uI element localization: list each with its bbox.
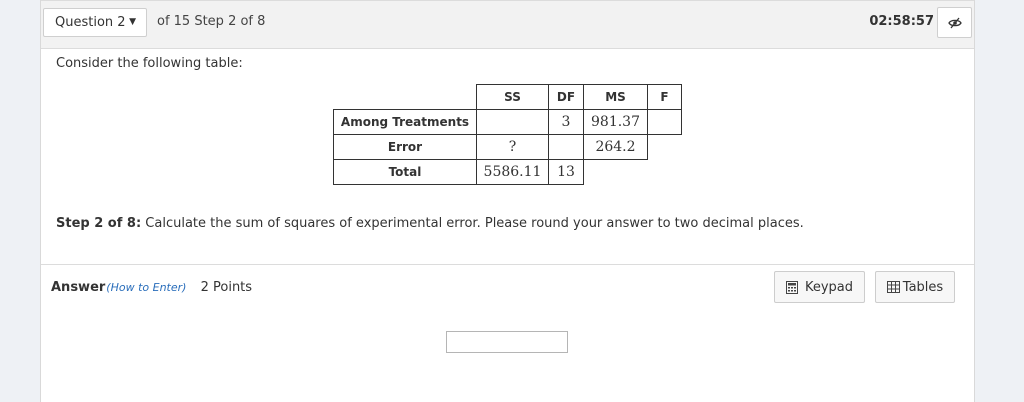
chevron-down-icon: ▼ [129, 17, 136, 27]
cell-df: 13 [548, 159, 584, 185]
question-panel: Question 2 ▼ of 15 Step 2 of 8 02:58:57 … [40, 0, 975, 402]
step-label: Step 2 of 8: [56, 216, 142, 231]
question-header: Question 2 ▼ of 15 Step 2 of 8 02:58:57 [41, 0, 974, 49]
countdown-timer: 02:58:57 [869, 14, 934, 29]
table-header-f: F [647, 84, 682, 110]
table-row: Error ? 264.2 [333, 134, 682, 160]
calculator-icon [785, 280, 798, 294]
how-to-enter-link[interactable]: (How to Enter) [106, 281, 186, 294]
cell-ss: ? [476, 134, 549, 160]
tables-label: Tables [902, 279, 944, 295]
cell-ss [476, 109, 549, 135]
answer-label: Answer [51, 280, 106, 295]
table-header-row: SS DF MS F [334, 84, 682, 110]
row-label: Among Treatments [333, 109, 477, 135]
anova-table: SS DF MS F Among Treatments 3 981.37 Err… [333, 84, 682, 185]
table-header-ms: MS [583, 84, 648, 110]
row-label: Total [333, 159, 477, 185]
cell-ms: 981.37 [583, 109, 648, 135]
row-label: Error [333, 134, 477, 160]
table-row: Total 5586.11 13 [333, 159, 682, 185]
eye-slash-icon [947, 17, 962, 28]
cell-df [548, 134, 584, 160]
question-select[interactable]: Question 2 ▼ [43, 8, 147, 37]
question-select-label: Question 2 [55, 15, 126, 30]
cell-f [647, 109, 682, 135]
table-header-df: DF [548, 84, 584, 110]
step-instructions: Step 2 of 8: Calculate the sum of square… [56, 216, 804, 231]
keypad-label: Keypad [804, 279, 854, 295]
answer-input[interactable] [446, 331, 568, 353]
answer-header: Answer(How to Enter) 2 Points [51, 280, 252, 295]
table-row: Among Treatments 3 981.37 [333, 109, 682, 135]
keypad-button[interactable]: Keypad [774, 271, 865, 303]
divider [41, 264, 974, 265]
cell-ss: 5586.11 [476, 159, 549, 185]
tables-button[interactable]: Tables [875, 271, 955, 303]
question-prompt: Consider the following table: [56, 56, 243, 71]
table-grid-icon [886, 281, 900, 293]
hide-timer-button[interactable] [937, 7, 972, 38]
points-label: 2 Points [200, 280, 253, 295]
table-header-ss: SS [476, 84, 549, 110]
table-header-blank [334, 85, 477, 110]
cell-df: 3 [548, 109, 584, 135]
step-text: Calculate the sum of squares of experime… [141, 216, 804, 231]
question-progress: of 15 Step 2 of 8 [157, 14, 266, 29]
cell-ms: 264.2 [583, 134, 648, 160]
